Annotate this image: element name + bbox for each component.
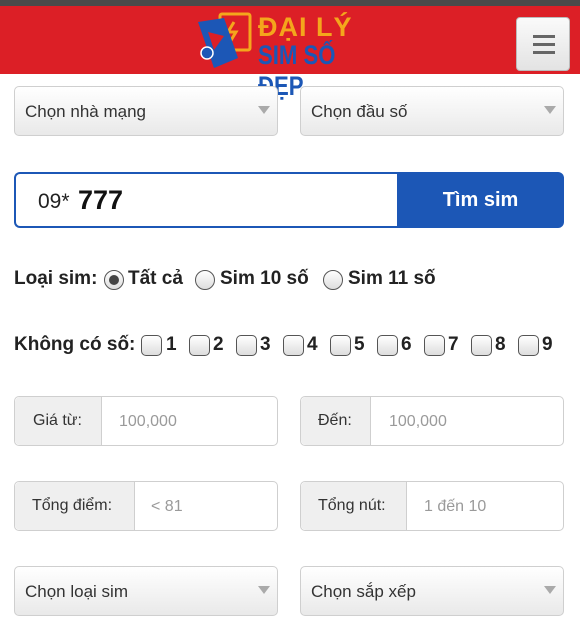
hamburger-icon (533, 35, 555, 38)
logo-text-line1: ĐẠI LÝ (258, 12, 353, 42)
price-to-label: Đến: (318, 412, 352, 429)
exclude-digit-6-label: 6 (401, 334, 412, 355)
network-select-value: Chọn nhà mạng (25, 102, 146, 121)
radio-10-digits[interactable] (195, 270, 215, 290)
chevron-down-icon (249, 567, 277, 615)
price-from-placeholder: 100,000 (119, 413, 177, 430)
price-from-field[interactable]: Giá từ: 100,000 (14, 396, 278, 446)
total-nut-label: Tổng nút: (318, 497, 386, 514)
sim-type-label: Loại sim: (14, 268, 98, 289)
search-button[interactable]: Tìm sim (397, 172, 564, 228)
exclude-digit-7-label: 7 (448, 334, 459, 355)
total-nut-placeholder: 1 đến 10 (424, 498, 487, 515)
exclude-digit-2-label: 2 (213, 334, 224, 355)
sort-select-value: Chọn sắp xếp (311, 582, 416, 601)
chevron-down-icon (535, 87, 563, 135)
exclude-digit-3-label: 3 (260, 334, 271, 355)
exclude-digit-5-label: 5 (354, 334, 365, 355)
exclude-digit-4-label: 4 (307, 334, 318, 355)
total-score-label: Tổng điểm: (32, 497, 113, 514)
exclude-digit-9-checkbox[interactable] (518, 335, 539, 356)
price-from-label: Giá từ: (33, 412, 82, 429)
exclude-digit-1-label: 1 (166, 334, 177, 355)
exclude-digit-2-checkbox[interactable] (189, 335, 210, 356)
exclude-digit-4-checkbox[interactable] (283, 335, 304, 356)
sim-kind-select-value: Chọn loại sim (25, 582, 128, 601)
exclude-digit-9-label: 9 (542, 334, 553, 355)
logo-mark-icon (198, 12, 252, 68)
radio-all-label[interactable]: Tất cả (128, 268, 183, 290)
menu-button[interactable] (516, 17, 570, 71)
sim-kind-select[interactable]: Chọn loại sim (14, 566, 278, 616)
exclude-digits-label: Không có số: (14, 334, 136, 355)
site-logo[interactable]: ĐẠI LÝ SIM SỐ ĐẸP (194, 10, 394, 101)
site-header: ĐẠI LÝ SIM SỐ ĐẸP (0, 6, 580, 101)
total-nut-label-box: Tổng nút: (301, 482, 407, 530)
exclude-digit-8-checkbox[interactable] (471, 335, 492, 356)
prefix-select[interactable]: Chọn đầu số (300, 86, 564, 136)
price-to-placeholder: 100,000 (389, 413, 447, 430)
radio-all[interactable] (104, 270, 124, 290)
total-score-placeholder: < 81 (151, 498, 183, 515)
exclude-digit-8-label: 8 (495, 334, 506, 355)
sort-select[interactable]: Chọn sắp xếp (300, 566, 564, 616)
price-from-label-box: Giá từ: (15, 397, 102, 445)
search-digits: 777 (78, 185, 124, 215)
search-input[interactable]: 09* 777 (14, 172, 399, 228)
chevron-down-icon (249, 87, 277, 135)
network-select[interactable]: Chọn nhà mạng (14, 86, 278, 136)
exclude-digit-7-checkbox[interactable] (424, 335, 445, 356)
exclude-digit-5-checkbox[interactable] (330, 335, 351, 356)
chevron-down-icon (535, 567, 563, 615)
total-score-label-box: Tổng điểm: (15, 482, 135, 530)
radio-11-digits-label[interactable]: Sim 11 số (348, 268, 436, 290)
price-to-label-box: Đến: (301, 397, 371, 445)
price-to-field[interactable]: Đến: 100,000 (300, 396, 564, 446)
radio-10-digits-label[interactable]: Sim 10 số (220, 268, 309, 290)
exclude-digit-6-checkbox[interactable] (377, 335, 398, 356)
total-score-field[interactable]: Tổng điểm: < 81 (14, 481, 278, 531)
radio-11-digits[interactable] (323, 270, 343, 290)
total-nut-field[interactable]: Tổng nút: 1 đến 10 (300, 481, 564, 531)
exclude-digit-3-checkbox[interactable] (236, 335, 257, 356)
exclude-digit-1-checkbox[interactable] (141, 335, 162, 356)
search-prefix: 09* (38, 190, 70, 213)
prefix-select-value: Chọn đầu số (311, 102, 408, 121)
